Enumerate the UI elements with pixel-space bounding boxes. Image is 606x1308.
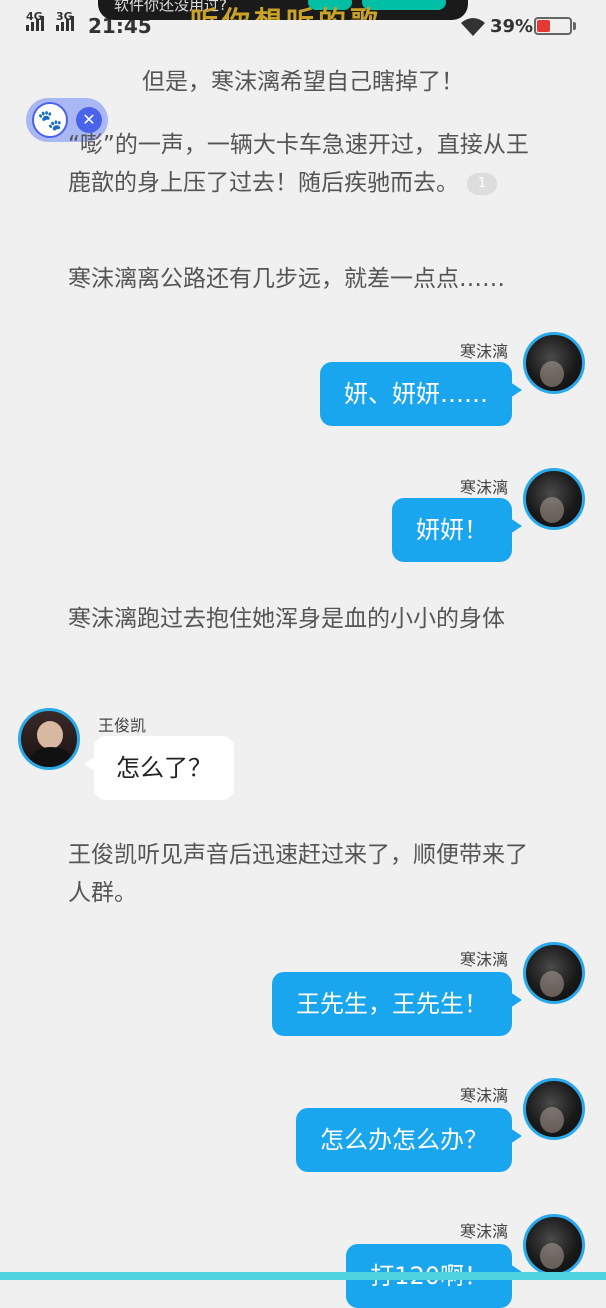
overlay-song: 听你想听的歌 — [190, 0, 382, 20]
message-bubble[interactable]: 怎么办怎么办？ — [296, 1108, 522, 1172]
sender-name: 寒沫漓 — [459, 950, 508, 969]
avatar[interactable] — [18, 708, 80, 770]
paw-icon[interactable]: 🐾 — [32, 102, 68, 138]
signal-icon — [26, 16, 44, 31]
sender-name: 王俊凯 — [98, 716, 147, 735]
narration-line: 王俊凯听见声音后迅速赶过来了，顺便带来了人群。 — [68, 842, 528, 906]
narration-line: 但是，寒沫漓希望自己瞎掉了！ — [142, 69, 464, 95]
avatar[interactable] — [523, 1078, 585, 1140]
sender-name: 寒沫漓 — [459, 478, 508, 497]
narration-line: 寒沫漓跑过去抱住她浑身是血的小小的身体 — [68, 606, 505, 632]
bottom-toolbar-edge — [0, 1272, 606, 1280]
overlay-banner[interactable]: 软件你还没用过? 听你想听的歌 — [98, 0, 468, 20]
message-bubble[interactable]: 妍妍！ — [392, 498, 522, 562]
comment-badge[interactable]: 1 — [467, 172, 497, 195]
sender-name: 寒沫漓 — [459, 1086, 508, 1105]
wifi-icon — [461, 18, 485, 36]
narration-line: 寒沫漓离公路还有几步远，就差一点点…… — [68, 266, 505, 292]
message-bubble[interactable]: 妍、妍妍…… — [320, 362, 522, 426]
sender-name: 寒沫漓 — [459, 1222, 508, 1241]
narration-text: “嘭”的一声，一辆大卡车急速开过，直接从王鹿歆的身上压了过去！随后疾驰而去。 — [68, 132, 529, 196]
signal-icon-2 — [56, 16, 74, 31]
battery-percent: 39% — [490, 16, 534, 37]
avatar[interactable] — [523, 332, 585, 394]
battery-icon — [534, 17, 572, 35]
narration-paragraph: “嘭”的一声，一辆大卡车急速开过，直接从王鹿歆的身上压了过去！随后疾驰而去。 1 — [68, 126, 538, 202]
battery-cap — [573, 22, 576, 30]
avatar[interactable] — [523, 942, 585, 1004]
sender-name: 寒沫漓 — [459, 342, 508, 361]
message-bubble[interactable]: 怎么了？ — [84, 736, 234, 800]
avatar[interactable] — [523, 1214, 585, 1276]
message-bubble[interactable]: 王先生，王先生！ — [272, 972, 522, 1036]
avatar[interactable] — [523, 468, 585, 530]
